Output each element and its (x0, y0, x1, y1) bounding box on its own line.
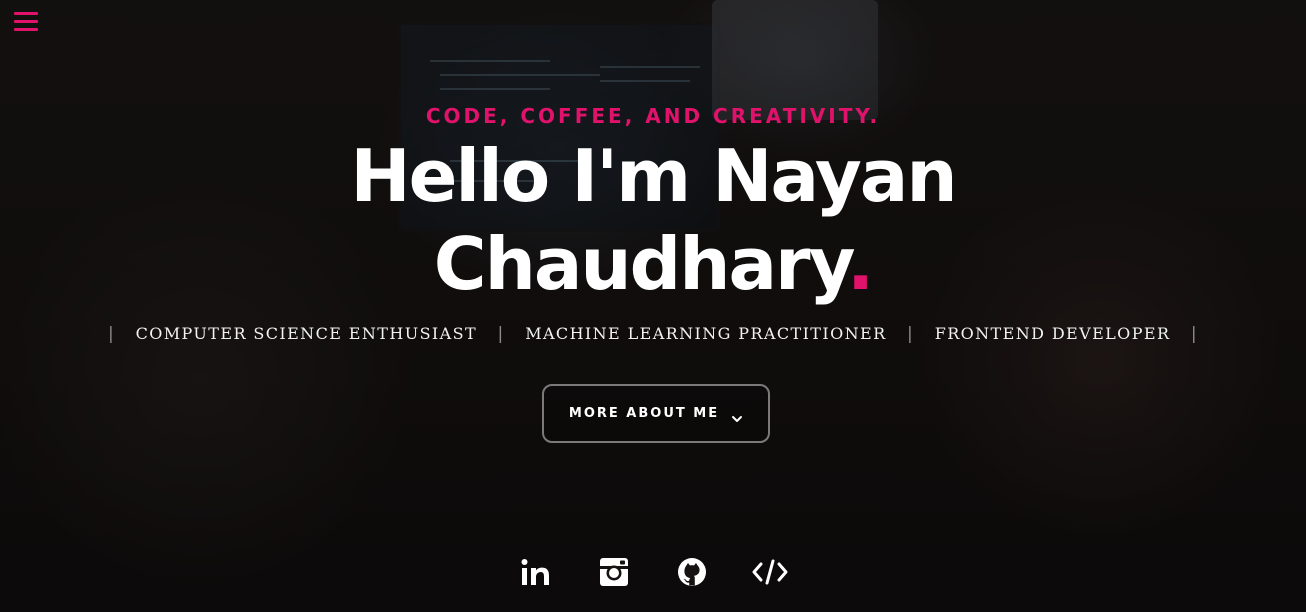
hero-content: CODE, COFFEE, AND CREATIVITY. Hello I'm … (0, 0, 1306, 612)
hero-headline-line1: Hello I'm Nayan (0, 140, 1306, 212)
headline-accent-dot: . (846, 222, 874, 306)
instagram-icon[interactable] (595, 556, 633, 588)
menu-bar (14, 28, 38, 31)
role-item: MACHINE LEARNING PRACTITIONER (525, 324, 887, 343)
hero-tagline: CODE, COFFEE, AND CREATIVITY. (425, 104, 881, 128)
code-icon[interactable] (751, 556, 789, 588)
more-about-me-button[interactable]: MORE ABOUT ME (542, 384, 770, 443)
more-about-me-label: MORE ABOUT ME (568, 406, 720, 421)
hero-section: CODE, COFFEE, AND CREATIVITY. Hello I'm … (0, 0, 1306, 612)
role-item: FRONTEND DEVELOPER (934, 324, 1171, 343)
role-separator: | (497, 324, 505, 344)
role-separator: | (107, 324, 116, 344)
headline-name: Chaudhary (433, 222, 849, 306)
role-separator: | (1190, 324, 1199, 344)
linkedin-icon[interactable] (517, 556, 555, 588)
headline-text: Hello I'm Nayan (350, 134, 957, 218)
hero-headline-line2: Chaudhary. (0, 228, 1306, 300)
chevron-down-icon (731, 409, 743, 422)
github-icon[interactable] (673, 556, 711, 588)
hamburger-menu-icon[interactable] (14, 12, 38, 32)
role-item: COMPUTER SCIENCE ENTHUSIAST (135, 324, 478, 343)
role-separator: | (907, 324, 915, 344)
menu-bar (14, 12, 38, 15)
social-links (0, 556, 1306, 588)
menu-bar (14, 20, 38, 23)
hero-roles: | COMPUTER SCIENCE ENTHUSIAST | MACHINE … (0, 324, 1306, 344)
